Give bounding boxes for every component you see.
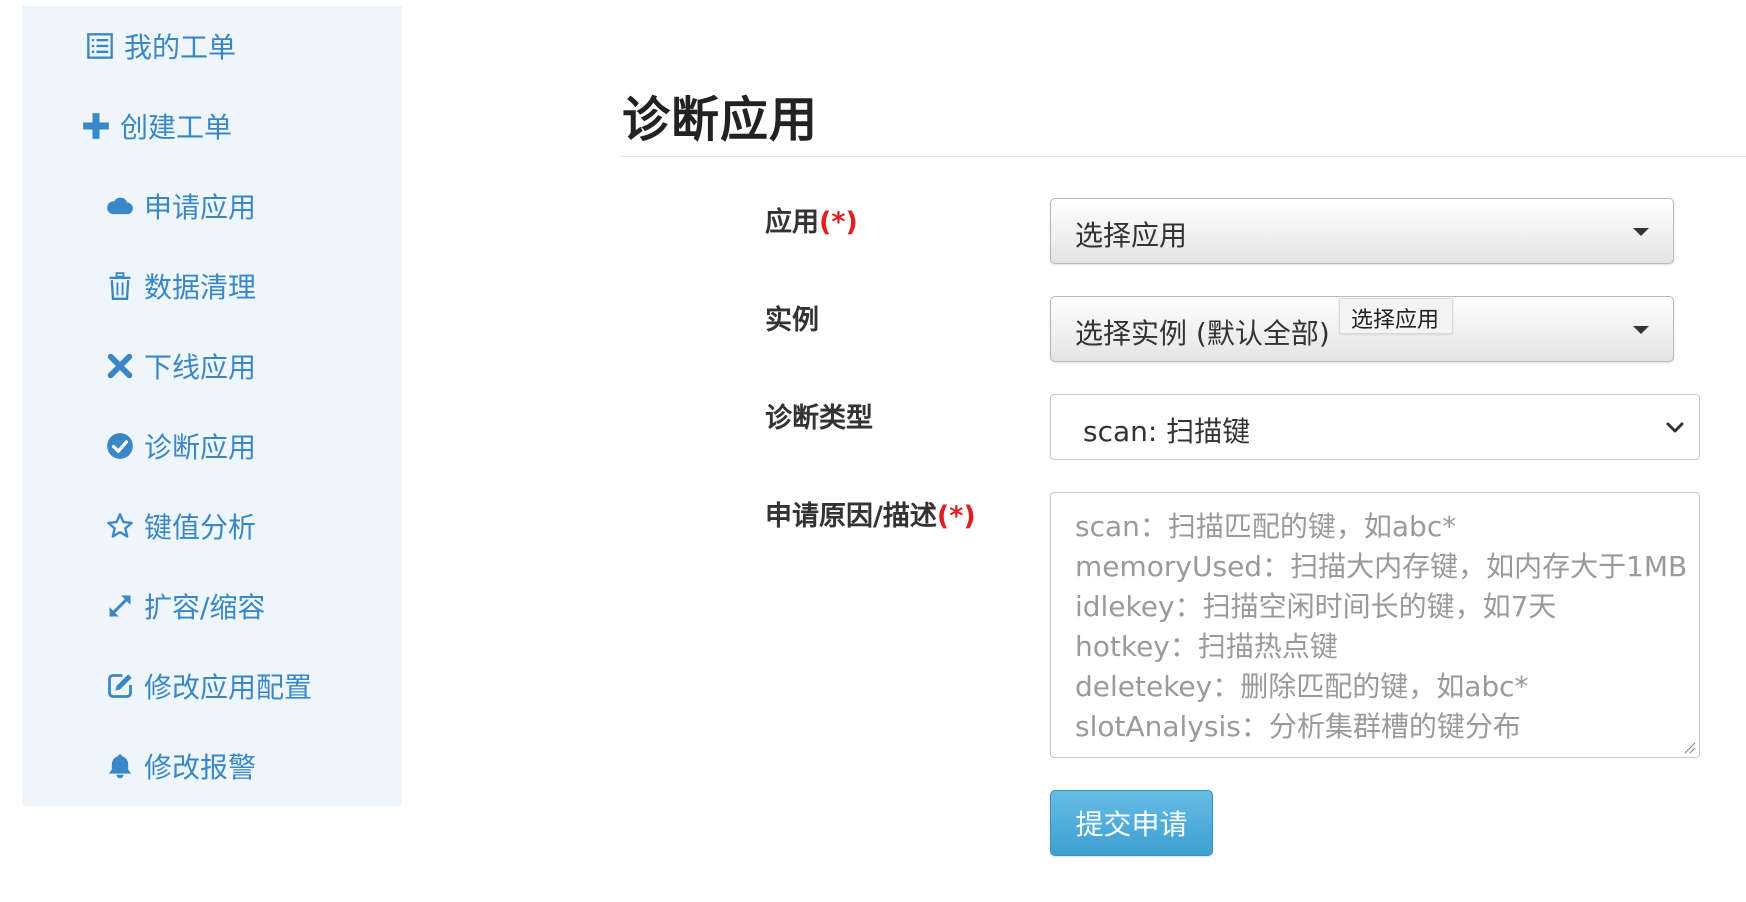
app-label: 应用(*) <box>765 200 858 239</box>
instance-select-value: 选择实例 (默认全部) <box>1075 317 1330 350</box>
sidebar-item-diagnose-app[interactable]: 诊断应用 <box>104 426 256 466</box>
app-select-value: 选择应用 <box>1075 219 1188 252</box>
resize-icon <box>104 590 136 622</box>
cloud-icon <box>104 190 136 222</box>
sidebar-item-label: 修改报警 <box>144 751 257 784</box>
diag-type-select-value: scan: 扫描键 <box>1083 415 1251 448</box>
sidebar-item-my-tickets[interactable]: 我的工单 <box>84 26 236 66</box>
instance-label: 实例 <box>765 298 819 337</box>
list-alt-icon <box>84 30 116 62</box>
app-label-text: 应用 <box>765 207 819 238</box>
diag-type-label: 诊断类型 <box>765 396 873 435</box>
placeholder-line: hotkey：扫描热点键 <box>1075 630 1338 663</box>
sidebar-item-label: 修改应用配置 <box>144 671 313 704</box>
trash-icon <box>104 270 136 302</box>
reason-label-text: 申请原因/描述 <box>765 501 937 532</box>
chevron-down-icon <box>1666 422 1684 433</box>
diag-type-select[interactable]: scan: 扫描键 <box>1050 394 1700 460</box>
sidebar-item-data-cleanup[interactable]: 数据清理 <box>104 266 256 306</box>
instance-label-text: 实例 <box>765 305 819 336</box>
close-icon <box>104 350 136 382</box>
app-select-button[interactable]: 选择应用 <box>1050 198 1674 264</box>
placeholder-line: slotAnalysis：分析集群槽的键分布 <box>1075 710 1521 743</box>
caret-down-icon <box>1633 228 1649 236</box>
sidebar-item-create-ticket[interactable]: 创建工单 <box>80 106 232 146</box>
sidebar-item-apply-app[interactable]: 申请应用 <box>104 186 256 226</box>
sidebar-item-offline-app[interactable]: 下线应用 <box>104 346 256 386</box>
sidebar-item-label: 创建工单 <box>120 111 233 144</box>
sidebar-item-label: 下线应用 <box>144 351 257 384</box>
reason-textarea[interactable]: scan：扫描匹配的键，如abc* memoryUsed：扫描大内存键，如内存大… <box>1050 492 1700 758</box>
star-outline-icon <box>104 510 136 542</box>
reason-label: 申请原因/描述(*) <box>765 494 976 533</box>
sidebar-item-scale[interactable]: 扩容/缩容 <box>104 586 265 626</box>
sidebar-item-key-analysis[interactable]: 键值分析 <box>104 506 256 546</box>
diag-type-label-text: 诊断类型 <box>765 403 873 434</box>
required-mark: (*) <box>819 207 858 238</box>
plus-icon <box>80 110 112 142</box>
sidebar-item-label: 键值分析 <box>144 511 257 544</box>
placeholder-line: deletekey：删除匹配的键，如abc* <box>1075 670 1529 703</box>
bell-icon <box>104 750 136 782</box>
sidebar-item-modify-config[interactable]: 修改应用配置 <box>104 666 312 706</box>
placeholder-line: idlekey：扫描空闲时间长的键，如7天 <box>1075 590 1557 623</box>
submit-button[interactable]: 提交申请 <box>1050 790 1213 856</box>
check-circle-icon <box>104 430 136 462</box>
sidebar-item-label: 数据清理 <box>144 271 257 304</box>
sidebar-item-label: 扩容/缩容 <box>144 591 266 624</box>
edit-icon <box>104 670 136 702</box>
resize-grip-icon[interactable] <box>1682 740 1696 754</box>
sidebar-item-label: 诊断应用 <box>144 431 257 464</box>
caret-down-icon <box>1633 326 1649 334</box>
tooltip: 选择应用 <box>1339 298 1453 334</box>
sidebar: 我的工单 创建工单 申请应用 数据清理 下线应用 诊断应用 键值分析 扩容/缩容… <box>22 6 402 806</box>
sidebar-item-label: 申请应用 <box>144 191 257 224</box>
title-divider <box>620 156 1746 157</box>
required-mark: (*) <box>936 501 976 532</box>
page-title: 诊断应用 <box>622 92 819 148</box>
sidebar-item-modify-alert[interactable]: 修改报警 <box>104 746 256 786</box>
sidebar-item-label: 我的工单 <box>124 31 237 64</box>
placeholder-line: scan：扫描匹配的键，如abc* <box>1075 510 1457 543</box>
placeholder-line: memoryUsed：扫描大内存键，如内存大于1MB <box>1075 550 1688 583</box>
